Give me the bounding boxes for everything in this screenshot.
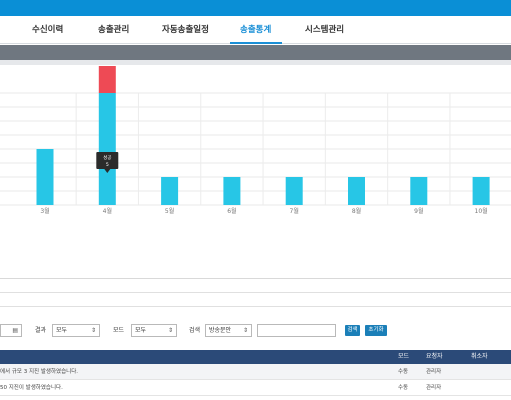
bar-success: [472, 177, 490, 205]
bar-success: [285, 177, 303, 205]
search-button[interactable]: 검색: [345, 325, 360, 336]
row-requester: 관리자: [426, 385, 442, 391]
result-select[interactable]: 모두 ⇕: [52, 324, 100, 337]
mode-select[interactable]: 모두 ⇕: [131, 324, 177, 337]
mode-select-value: 모두: [135, 327, 147, 334]
bar-success: [348, 177, 365, 205]
bar-success: [161, 177, 179, 205]
tab-auto-broadcast-schedule[interactable]: 자동송출일정: [162, 16, 209, 44]
tab-broadcast-management[interactable]: 송출관리: [98, 16, 129, 44]
tab-system-management[interactable]: 시스템관리: [305, 16, 344, 44]
bar-success: [98, 93, 116, 205]
search-field-value: 방송문안: [209, 327, 232, 334]
calendar-icon[interactable]: ▤: [12, 325, 18, 336]
broadcast-bar-chart: 3월 4월 5월 6월 7월 8월 9월 10월 성공5: [0, 65, 511, 215]
filter-bar: ▤ 결과 모두 ⇕ 모드 모두 ⇕ 검색 방송문안 ⇕ 검색 초기화: [0, 320, 511, 342]
result-select-value: 모두: [56, 327, 68, 334]
row-message: 에서 규모 3 지진 발생하였습니다.: [0, 369, 79, 375]
table-row[interactable]: 에서 규모 3 지진 발생하였습니다. 수동 관리자: [0, 364, 511, 380]
tab-receive-history[interactable]: 수신이력: [32, 16, 63, 44]
chart-tooltip-title: 성공: [103, 154, 111, 161]
chart-tooltip-value: 5: [106, 162, 109, 168]
divider: [0, 306, 511, 307]
section-subheader-bar: [0, 60, 511, 65]
x-tick-label: 7월: [290, 207, 299, 215]
history-table: 모드 요청자 취소자 에서 규모 3 지진 발생하였습니다. 수동 관리자 50…: [0, 350, 511, 396]
x-tick-label: 10월: [475, 207, 488, 215]
tab-broadcast-statistics[interactable]: 송출통계: [240, 16, 271, 44]
select-arrows-icon: ⇕: [167, 327, 173, 334]
date-end-field[interactable]: ▤: [0, 324, 22, 337]
top-header-bar: [0, 0, 511, 16]
mode-label: 모드: [113, 327, 125, 334]
search-field-select[interactable]: 방송문안 ⇕: [205, 324, 252, 337]
x-tick-label: 6월: [227, 207, 236, 215]
main-navigation: 수신이력 송출관리 자동송출일정 송출통계 시스템관리: [0, 16, 511, 44]
table-row[interactable]: 50 지진이 발생하였습니다. 수동 관리자: [0, 380, 511, 396]
search-input[interactable]: [257, 324, 336, 337]
x-tick-label: 4월: [103, 207, 112, 215]
divider: [0, 292, 511, 293]
row-mode: 수동: [398, 369, 409, 375]
search-label: 검색: [189, 327, 201, 334]
active-tab-indicator: [230, 42, 282, 44]
x-tick-label: 8월: [352, 207, 361, 215]
column-cancel: 취소자: [471, 353, 488, 360]
x-tick-label: 5월: [165, 207, 174, 215]
column-requester: 요청자: [426, 353, 443, 360]
reset-button[interactable]: 초기화: [365, 325, 387, 336]
x-tick-label: 9월: [414, 207, 423, 215]
column-mode: 모드: [398, 353, 410, 360]
bar-fail: [98, 65, 116, 93]
bar-success: [410, 177, 428, 205]
bar-success: [36, 149, 54, 205]
row-message: 50 지진이 발생하였습니다.: [0, 385, 63, 391]
table-header: 모드 요청자 취소자: [0, 350, 511, 364]
row-mode: 수동: [398, 385, 409, 391]
section-header-bar: [0, 45, 511, 60]
statistics-chart-panel: 3월 4월 5월 6월 7월 8월 9월 10월 성공 5: [0, 65, 511, 279]
select-arrows-icon: ⇕: [90, 327, 96, 334]
row-requester: 관리자: [426, 369, 442, 375]
select-arrows-icon: ⇕: [242, 327, 248, 334]
bar-success: [223, 177, 241, 205]
x-tick-label: 3월: [40, 207, 49, 215]
result-label: 결과: [35, 327, 47, 334]
